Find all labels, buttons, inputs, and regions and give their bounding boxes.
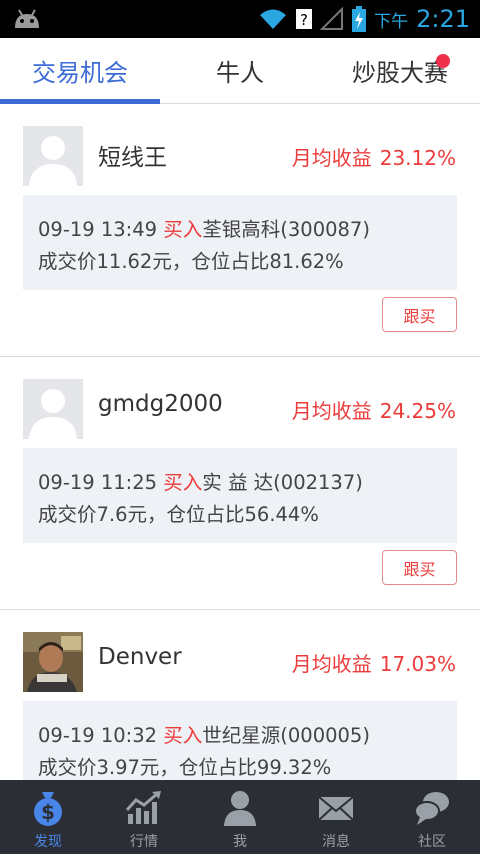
monthly-return: 月均收益 17.03% — [292, 648, 456, 677]
trade-price-position: 成交价11.62元，仓位占比81.62% — [38, 250, 344, 273]
nav-label: 消息 — [322, 834, 350, 850]
battery-charging-icon — [352, 6, 367, 32]
cell-signal-icon — [320, 7, 344, 30]
nav-market[interactable]: 行情 — [96, 780, 192, 854]
trade-card[interactable]: gmdg2000 月均收益 24.25% 09-19 11:25 买入实 益 达(… — [0, 357, 480, 610]
nav-label: 社区 — [418, 834, 446, 850]
trade-action: 买入 — [163, 471, 203, 494]
trade-card[interactable]: Denver 月均收益 17.03% 09-19 10:32 买入世纪星源(000… — [0, 610, 480, 780]
return-label: 月均收益 — [291, 146, 372, 170]
trade-time: 09-19 13:49 — [38, 218, 158, 241]
person-icon — [224, 791, 256, 826]
nav-messages[interactable]: 消息 — [288, 780, 384, 854]
svg-text:?: ? — [300, 11, 308, 29]
nav-community[interactable]: 社区 — [384, 780, 480, 854]
monthly-return: 月均收益 24.25% — [292, 395, 456, 424]
username[interactable]: Denver — [98, 644, 182, 670]
svg-text:$: $ — [41, 800, 55, 824]
screen: ? 下午 2:21 交易机会 牛人 炒股大赛 短线王 月均收益 23.12% 0… — [0, 0, 480, 854]
avatar[interactable] — [23, 379, 83, 439]
nav-label: 行情 — [130, 834, 158, 850]
nav-label: 发现 — [34, 834, 62, 850]
avatar[interactable] — [23, 126, 83, 186]
tab-trading-contest[interactable]: 炒股大赛 — [320, 38, 480, 103]
envelope-icon — [318, 796, 354, 821]
trade-stock: 世纪星源(000005) — [202, 724, 370, 747]
trade-time: 09-19 11:25 — [38, 471, 158, 494]
tab-label: 牛人 — [216, 59, 264, 87]
nav-me[interactable]: 我 — [192, 780, 288, 854]
trade-line: 09-19 13:49 买入荃银高科(300087) — [38, 213, 370, 242]
trade-time: 09-19 10:32 — [38, 724, 158, 747]
trade-action: 买入 — [163, 218, 203, 241]
status-ampm: 下午 — [374, 11, 409, 32]
nav-discover[interactable]: $ 发现 — [0, 780, 96, 854]
top-tabs: 交易机会 牛人 炒股大赛 — [0, 38, 480, 104]
return-value: 24.25% — [379, 399, 456, 423]
trade-detail-box[interactable]: 09-19 13:49 买入荃银高科(300087) 成交价11.62元，仓位占… — [23, 195, 457, 290]
notification-dot — [436, 54, 450, 68]
default-avatar-icon — [23, 379, 83, 439]
follow-buy-button[interactable]: 跟买 — [382, 297, 457, 332]
trade-line: 09-19 11:25 买入实 益 达(002137) — [38, 466, 363, 495]
trade-price-position: 成交价7.6元，仓位占比56.44% — [38, 503, 319, 526]
avatar[interactable] — [23, 632, 83, 692]
trade-action: 买入 — [163, 724, 203, 747]
chat-bubbles-icon — [414, 792, 449, 825]
tab-experts[interactable]: 牛人 — [160, 38, 320, 103]
android-notification-icon — [15, 9, 39, 28]
default-avatar-icon — [23, 126, 83, 186]
trade-card[interactable]: 短线王 月均收益 23.12% 09-19 13:49 买入荃银高科(300087… — [0, 104, 480, 357]
chart-icon — [125, 791, 161, 824]
return-label: 月均收益 — [291, 652, 372, 676]
status-bar: ? 下午 2:21 — [0, 0, 480, 38]
nav-label: 我 — [233, 834, 247, 850]
trade-feed[interactable]: 短线王 月均收益 23.12% 09-19 13:49 买入荃银高科(300087… — [0, 104, 480, 780]
bottom-nav: $ 发现 行情 我 消息 社区 — [0, 780, 480, 854]
moneybag-icon: $ — [34, 792, 62, 826]
trade-price-position: 成交价3.97元，仓位占比99.32% — [38, 756, 332, 779]
trade-stock: 荃银高科(300087) — [202, 218, 370, 241]
return-value: 23.12% — [379, 146, 456, 170]
trade-stock: 实 益 达(002137) — [202, 471, 363, 494]
tab-trade-opportunities[interactable]: 交易机会 — [0, 38, 160, 104]
trade-detail-box[interactable]: 09-19 11:25 买入实 益 达(002137) 成交价7.6元，仓位占比… — [23, 448, 457, 543]
trade-detail-box[interactable]: 09-19 10:32 买入世纪星源(000005) 成交价3.97元，仓位占比… — [23, 701, 457, 780]
user-photo-avatar — [23, 632, 83, 692]
tab-label: 炒股大赛 — [352, 59, 448, 87]
monthly-return: 月均收益 23.12% — [292, 142, 456, 171]
wifi-icon — [260, 9, 287, 29]
username[interactable]: 短线王 — [98, 138, 167, 172]
unknown-signal-icon: ? — [296, 9, 313, 29]
return-label: 月均收益 — [291, 399, 372, 423]
trade-line: 09-19 10:32 买入世纪星源(000005) — [38, 719, 370, 748]
username[interactable]: gmdg2000 — [98, 391, 223, 417]
follow-buy-button[interactable]: 跟买 — [382, 550, 457, 585]
tab-label: 交易机会 — [32, 59, 128, 87]
status-time: 2:21 — [416, 5, 470, 33]
return-value: 17.03% — [379, 652, 456, 676]
